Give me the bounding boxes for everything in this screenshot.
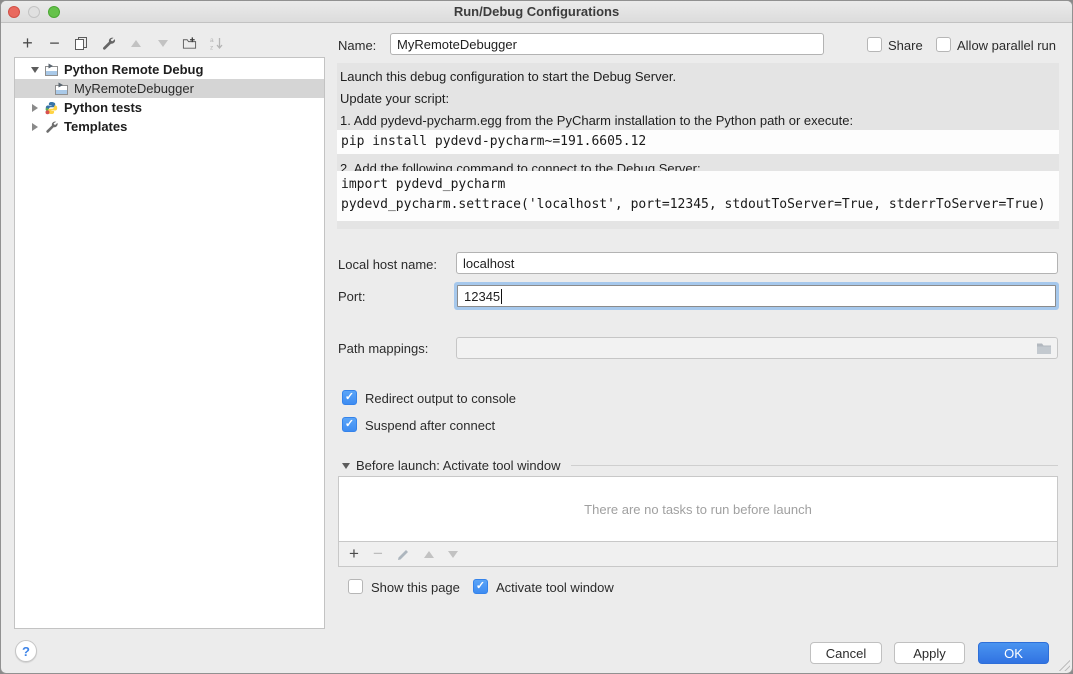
move-task-up-icon[interactable]	[424, 551, 434, 558]
redirect-output-checkbox[interactable]	[342, 390, 357, 405]
code-snippet-pip: pip install pydevd-pycharm~=191.6605.12	[337, 130, 1059, 154]
wrench-icon	[44, 120, 59, 134]
instruction-step1: 1. Add pydevd-pycharm.egg from the PyCha…	[340, 113, 853, 128]
configurations-tree: Python Remote Debug MyRemoteDebugger Pyt…	[14, 57, 325, 629]
move-down-icon[interactable]	[155, 35, 170, 51]
apply-button[interactable]: Apply	[894, 642, 965, 664]
new-folder-icon[interactable]	[182, 35, 197, 51]
before-launch-title: Before launch: Activate tool window	[356, 458, 561, 473]
ok-button[interactable]: OK	[978, 642, 1049, 664]
share-checkbox[interactable]	[867, 37, 882, 52]
path-mappings-input[interactable]	[456, 337, 1058, 359]
suspend-after-connect-label: Suspend after connect	[365, 418, 495, 433]
svg-text:z: z	[210, 44, 213, 51]
port-value: 12345	[464, 289, 500, 304]
allow-parallel-run-label: Allow parallel run	[957, 38, 1056, 53]
suspend-after-connect-checkbox[interactable]	[342, 417, 357, 432]
sort-alphabetically-icon[interactable]: az	[209, 35, 224, 51]
show-this-page-label: Show this page	[371, 580, 460, 595]
activate-tool-window-label: Activate tool window	[496, 580, 614, 595]
collapse-section-icon[interactable]	[342, 463, 350, 469]
name-label: Name:	[338, 38, 376, 53]
help-button[interactable]: ?	[15, 640, 37, 662]
python-tests-icon	[44, 101, 59, 115]
expand-expander-icon[interactable]	[29, 123, 41, 131]
share-label: Share	[888, 38, 923, 53]
move-task-down-icon[interactable]	[448, 551, 458, 558]
expand-expander-icon[interactable]	[29, 104, 41, 112]
local-host-input[interactable]	[456, 252, 1058, 274]
tree-item-label: Templates	[64, 119, 127, 134]
tree-item-label: Python tests	[64, 100, 142, 115]
remove-configuration-icon[interactable]: −	[47, 35, 62, 51]
tree-item-templates[interactable]: Templates	[15, 117, 324, 136]
collapse-expander-icon[interactable]	[29, 67, 41, 73]
run-debug-configurations-dialog: Run/Debug Configurations + − az Python R…	[0, 0, 1073, 674]
svg-text:a: a	[210, 37, 214, 44]
name-input[interactable]	[390, 33, 824, 55]
remove-task-icon[interactable]: −	[373, 544, 383, 564]
cancel-button[interactable]: Cancel	[810, 642, 882, 664]
tree-item-label: Python Remote Debug	[64, 62, 203, 77]
configurations-toolbar: + − az	[20, 34, 224, 52]
activate-tool-window-checkbox[interactable]	[473, 579, 488, 594]
debug-instructions-pane: Launch this debug configuration to start…	[337, 63, 1059, 229]
window-title: Run/Debug Configurations	[1, 4, 1072, 19]
instruction-line: Launch this debug configuration to start…	[340, 69, 676, 84]
run-config-icon	[54, 82, 69, 96]
move-up-icon[interactable]	[128, 35, 143, 51]
before-launch-task-list[interactable]: There are no tasks to run before launch	[338, 476, 1058, 542]
run-config-icon	[44, 63, 59, 77]
tree-item-python-remote-debug[interactable]: Python Remote Debug	[15, 60, 324, 79]
resize-grip[interactable]	[1058, 659, 1070, 671]
path-mappings-label: Path mappings:	[338, 341, 428, 356]
redirect-output-label: Redirect output to console	[365, 391, 516, 406]
titlebar[interactable]: Run/Debug Configurations	[1, 1, 1072, 23]
copy-configuration-icon[interactable]	[74, 35, 89, 51]
section-separator	[571, 465, 1058, 466]
before-launch-header[interactable]: Before launch: Activate tool window	[342, 458, 1058, 473]
empty-tasks-text: There are no tasks to run before launch	[584, 502, 812, 517]
tree-item-python-tests[interactable]: Python tests	[15, 98, 324, 117]
tree-item-myremotedebugger[interactable]: MyRemoteDebugger	[15, 79, 324, 98]
add-configuration-icon[interactable]: +	[20, 35, 35, 51]
before-launch-toolbar: + −	[338, 542, 1058, 567]
show-this-page-checkbox[interactable]	[348, 579, 363, 594]
instruction-line: Update your script:	[340, 91, 449, 106]
tree-item-label: MyRemoteDebugger	[74, 81, 194, 96]
port-label: Port:	[338, 289, 365, 304]
local-host-label: Local host name:	[338, 257, 437, 272]
help-question-icon: ?	[22, 644, 30, 659]
code-snippet-settrace: import pydevd_pycharm pydevd_pycharm.set…	[337, 171, 1059, 221]
allow-parallel-run-checkbox[interactable]	[936, 37, 951, 52]
port-input[interactable]: 12345	[457, 285, 1056, 307]
edit-task-icon[interactable]	[397, 548, 410, 561]
add-task-icon[interactable]: +	[349, 544, 359, 564]
browse-folder-icon[interactable]	[1036, 342, 1052, 355]
text-caret	[501, 289, 502, 304]
edit-templates-wrench-icon[interactable]	[101, 35, 116, 51]
